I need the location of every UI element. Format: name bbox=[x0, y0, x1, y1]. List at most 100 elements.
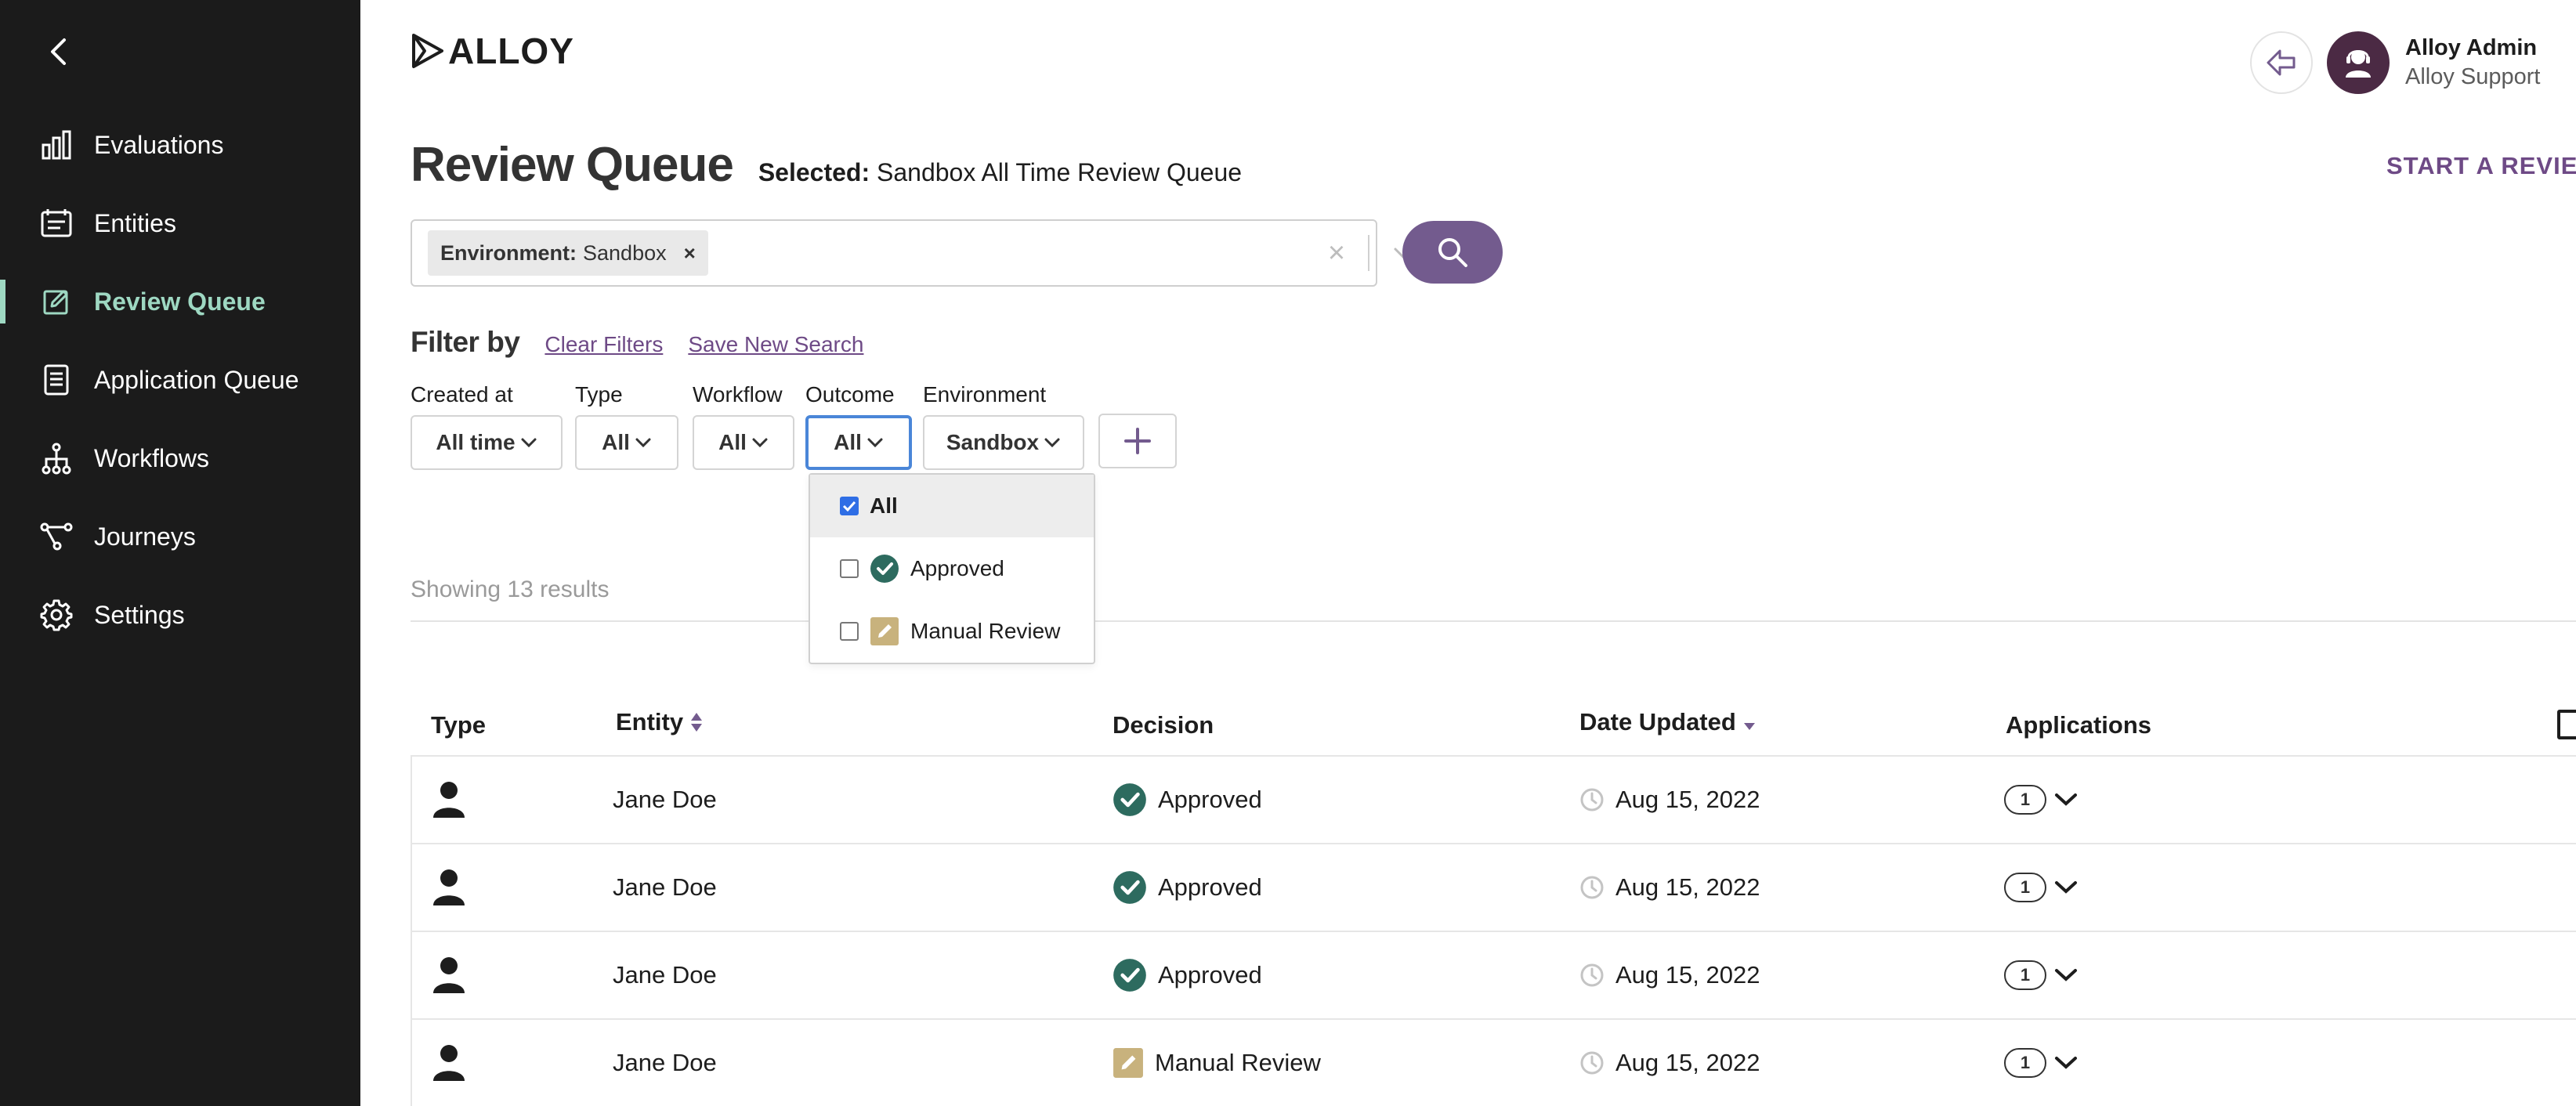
chevron-down-icon bbox=[1044, 438, 1060, 448]
filter-value: All bbox=[834, 430, 862, 454]
environment-dropdown[interactable]: Sandbox bbox=[923, 415, 1084, 470]
entity-name[interactable]: Jane Doe bbox=[613, 844, 717, 931]
filter-label: Created at bbox=[411, 382, 513, 407]
chip-value: Sandbox bbox=[583, 240, 667, 265]
option-label: Manual Review bbox=[910, 619, 1061, 643]
decision-label: Manual Review bbox=[1155, 1049, 1321, 1076]
table-row[interactable]: Jane Doe Manual Review Aug 15, 2022 1 bbox=[411, 1020, 2576, 1106]
chip-remove-button[interactable]: × bbox=[684, 241, 696, 266]
table-row[interactable]: Jane Doe Approved Aug 15, 2022 1 bbox=[411, 932, 2576, 1020]
filter-workflow: Workflow All bbox=[693, 382, 794, 470]
checkbox-checked[interactable] bbox=[840, 497, 859, 515]
chevron-down-icon[interactable] bbox=[2054, 1056, 2078, 1070]
user-role: Alloy Support bbox=[2405, 64, 2541, 89]
date-cell: Aug 15, 2022 bbox=[1579, 757, 1760, 843]
alloy-logo-mark-icon bbox=[412, 34, 443, 68]
check-icon bbox=[842, 501, 856, 511]
sidebar-item-workflows[interactable]: Workflows bbox=[0, 419, 360, 497]
sidebar-item-label: Workflows bbox=[94, 443, 209, 472]
filter-outcome: Outcome All bbox=[805, 382, 912, 470]
page-title: Review Queue bbox=[411, 138, 734, 192]
outcome-option-all[interactable]: All bbox=[810, 475, 1094, 537]
sidebar-item-journeys[interactable]: Journeys bbox=[0, 497, 360, 576]
outcome-dropdown[interactable]: All bbox=[805, 415, 912, 470]
chevron-down-icon[interactable] bbox=[2054, 793, 2078, 807]
arrow-left-icon bbox=[2267, 49, 2296, 76]
sort-descending-icon bbox=[1743, 723, 1755, 730]
selected-queue: Selected: Sandbox All Time Review Queue bbox=[758, 158, 1242, 187]
outcome-dropdown-menu: All Approved Manual Review bbox=[809, 473, 1095, 664]
date-cell: Aug 15, 2022 bbox=[1579, 932, 1760, 1018]
alloy-logo: ALLOY bbox=[411, 30, 574, 72]
filter-chip-environment: Environment: Sandbox × bbox=[428, 230, 708, 276]
applications-count-badge: 1 bbox=[2004, 785, 2046, 815]
date-cell: Aug 15, 2022 bbox=[1579, 844, 1760, 931]
table-row[interactable]: Jane Doe Approved Aug 15, 2022 1 bbox=[411, 844, 2576, 932]
sidebar-item-evaluations[interactable]: Evaluations bbox=[0, 106, 360, 184]
option-label: All bbox=[870, 493, 898, 518]
clock-icon bbox=[1580, 876, 1604, 899]
chevron-down-icon[interactable] bbox=[2054, 968, 2078, 982]
column-header-decision: Decision bbox=[1113, 711, 1214, 739]
exit-impersonation-button[interactable] bbox=[2250, 31, 2313, 94]
applications-cell: 1 bbox=[2004, 932, 2078, 1018]
workflow-dropdown[interactable]: All bbox=[693, 415, 794, 470]
avatar[interactable] bbox=[2327, 31, 2390, 94]
chevron-down-icon[interactable] bbox=[2054, 880, 2078, 895]
main-content: ALLOY Alloy Admin Alloy Support Review Q… bbox=[360, 0, 2576, 1106]
decision-label: Approved bbox=[1158, 786, 1262, 813]
outcome-option-approved[interactable]: Approved bbox=[810, 537, 1094, 600]
clock-icon bbox=[1580, 788, 1604, 811]
column-header-date-updated[interactable]: Date Updated bbox=[1579, 708, 1757, 736]
filter-value: All bbox=[718, 430, 747, 454]
sidebar-item-settings[interactable]: Settings bbox=[0, 576, 360, 654]
sidebar-item-review-queue[interactable]: Review Queue bbox=[0, 262, 360, 341]
filter-label: Workflow bbox=[693, 382, 783, 407]
user-name: Alloy Admin bbox=[2405, 35, 2538, 60]
document-icon bbox=[38, 361, 75, 399]
user-info: Alloy Admin Alloy Support bbox=[2405, 35, 2541, 90]
column-settings-icon[interactable] bbox=[2557, 710, 2576, 739]
filter-label: Environment bbox=[923, 382, 1047, 407]
created-at-dropdown[interactable]: All time bbox=[411, 415, 563, 470]
column-header-type: Type bbox=[431, 711, 487, 739]
clock-icon bbox=[1580, 1051, 1604, 1075]
sidebar-item-entities[interactable]: Entities bbox=[0, 184, 360, 262]
start-review-button[interactable]: START A REVIEW bbox=[2386, 152, 2576, 180]
column-header-entity[interactable]: Entity bbox=[616, 708, 704, 736]
sidebar-item-label: Entities bbox=[94, 208, 176, 237]
review-queue-table: Type Entity Decision Date Updated Applic… bbox=[411, 694, 2576, 1106]
type-dropdown[interactable]: All bbox=[575, 415, 678, 470]
person-icon bbox=[432, 844, 465, 931]
chevron-down-icon bbox=[635, 438, 651, 448]
selected-label: Selected: bbox=[758, 158, 870, 186]
outcome-option-manual-review[interactable]: Manual Review bbox=[810, 600, 1094, 663]
table-row[interactable]: Jane Doe Approved Aug 15, 2022 1 bbox=[411, 757, 2576, 844]
header-user-area: Alloy Admin Alloy Support bbox=[2250, 31, 2541, 94]
search-input[interactable]: Environment: Sandbox × × bbox=[411, 219, 1413, 287]
applications-cell: 1 bbox=[2004, 1020, 2078, 1106]
entity-name[interactable]: Jane Doe bbox=[613, 1020, 717, 1106]
sidebar-item-label: Settings bbox=[94, 600, 185, 629]
manual-review-pencil-icon bbox=[870, 617, 899, 645]
search-button[interactable] bbox=[1402, 221, 1503, 284]
results-count: Showing 13 results bbox=[411, 576, 610, 602]
clear-search-button[interactable]: × bbox=[1325, 221, 1348, 285]
entity-name[interactable]: Jane Doe bbox=[613, 932, 717, 1018]
approved-check-circle-icon bbox=[1113, 871, 1146, 904]
back-button[interactable] bbox=[39, 33, 77, 70]
chevron-down-icon bbox=[521, 438, 537, 448]
add-filter-button[interactable] bbox=[1098, 414, 1177, 468]
entity-name[interactable]: Jane Doe bbox=[613, 757, 717, 843]
checkbox[interactable] bbox=[840, 622, 859, 641]
applications-count-badge: 1 bbox=[2004, 873, 2046, 902]
checkbox[interactable] bbox=[840, 559, 859, 578]
clear-filters-link[interactable]: Clear Filters bbox=[545, 332, 663, 357]
divider bbox=[411, 620, 2576, 622]
date-value: Aug 15, 2022 bbox=[1615, 873, 1760, 901]
decision-cell: Manual Review bbox=[1113, 1020, 1321, 1106]
save-new-search-link[interactable]: Save New Search bbox=[688, 332, 863, 357]
filter-type: Type All bbox=[575, 382, 678, 470]
sidebar-item-application-queue[interactable]: Application Queue bbox=[0, 341, 360, 419]
workflow-icon bbox=[38, 439, 75, 477]
